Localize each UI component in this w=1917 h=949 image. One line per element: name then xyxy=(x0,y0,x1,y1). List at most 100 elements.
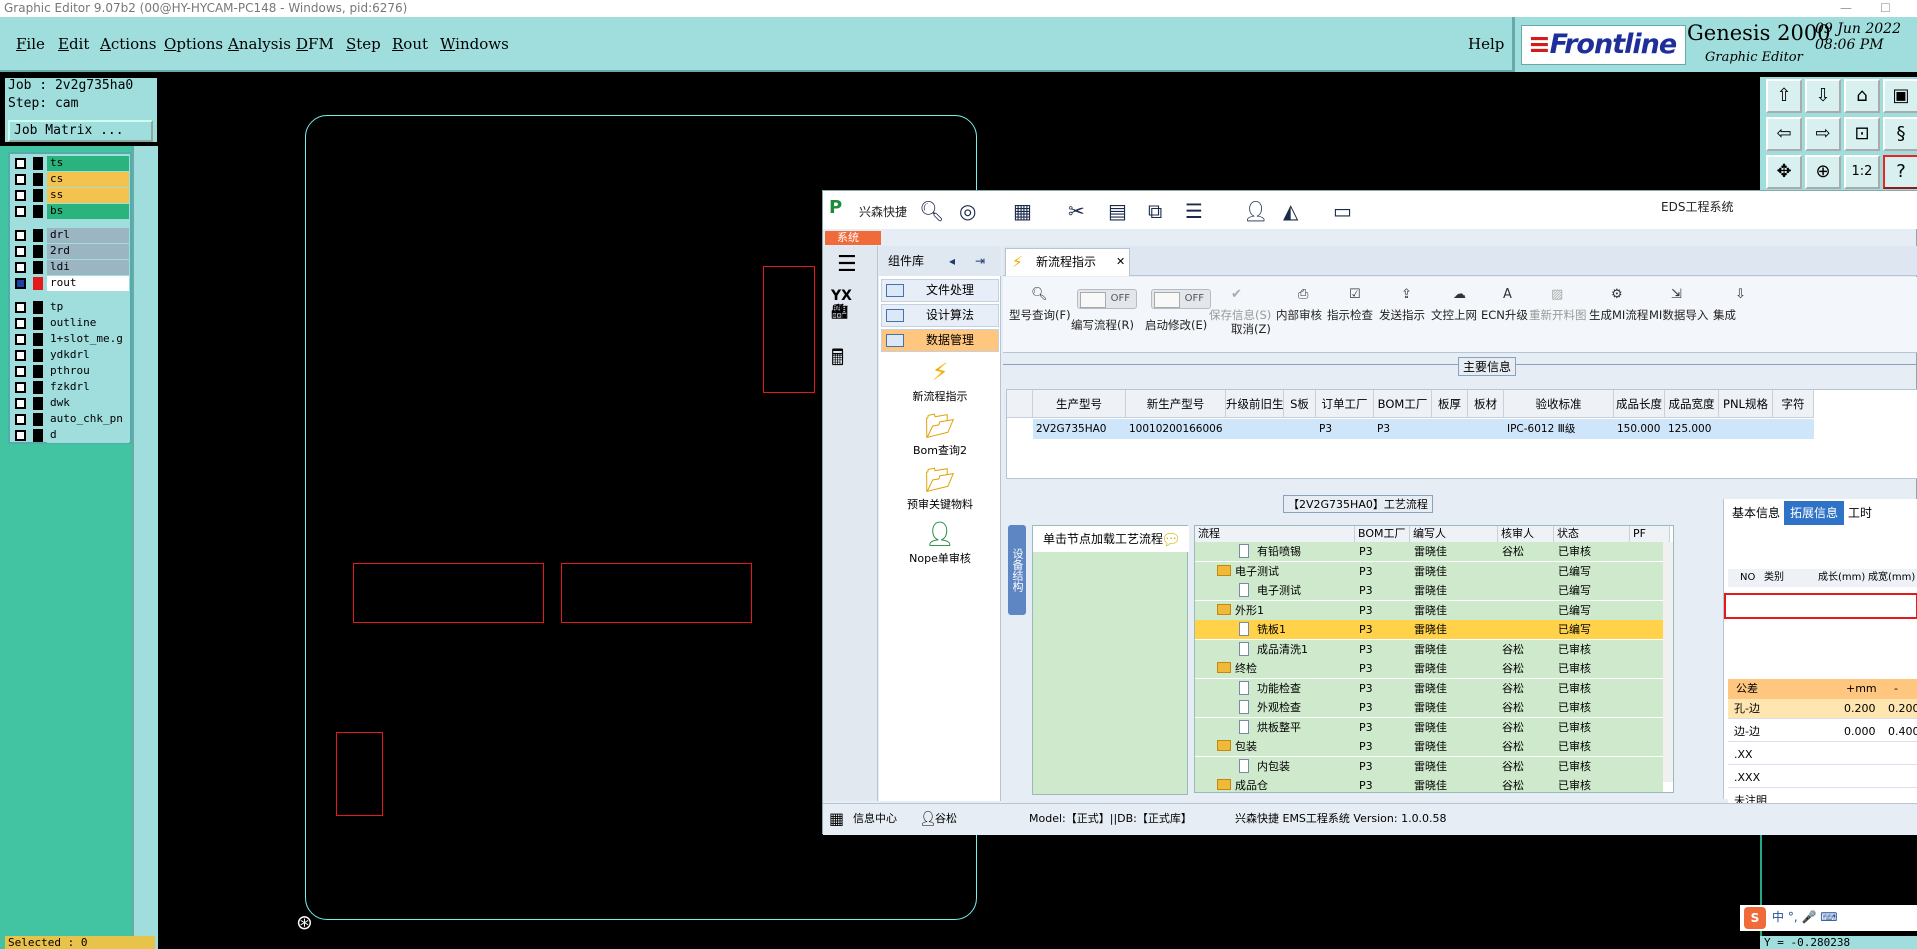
ribbon-button[interactable]: 指示检查 xyxy=(1327,307,1373,323)
layer-checkbox[interactable] xyxy=(15,206,26,217)
layer-checkbox[interactable] xyxy=(15,350,26,361)
grid-cell[interactable] xyxy=(1719,419,1773,439)
view-bottom-icon[interactable]: ⇩ xyxy=(1805,79,1841,113)
tolerance-row[interactable]: 孔-边 0.200 0.200 xyxy=(1728,699,1917,719)
layer-row[interactable]: ldi xyxy=(13,260,129,275)
grid-cell[interactable] xyxy=(1226,419,1284,439)
column-header[interactable]: PNL规格 xyxy=(1719,390,1773,418)
detail-tab[interactable]: 工时 xyxy=(1842,501,1878,525)
layer-row[interactable]: 1+slot_me.g xyxy=(13,332,129,347)
layer-row[interactable]: auto_chk_pn xyxy=(13,412,129,427)
ribbon-button[interactable]: 型号查询(F) xyxy=(1009,307,1071,323)
copy-icon[interactable]: ⧉ xyxy=(1148,199,1162,223)
flow-row[interactable]: 烘板整平 P3 雷晓佳 谷松 已审核 xyxy=(1195,717,1663,737)
ribbon-button[interactable]: 重新开料图 xyxy=(1529,307,1587,323)
menu-7[interactable]: Rout xyxy=(392,35,428,53)
layer-row[interactable]: d xyxy=(13,428,129,443)
search-icon[interactable]: 🔍︎ xyxy=(919,199,944,223)
grid-cell[interactable] xyxy=(1432,419,1468,439)
menu-8[interactable]: Windows xyxy=(440,35,509,53)
grid-cell[interactable]: P3 xyxy=(1374,419,1432,439)
column-header[interactable]: BOM工厂 xyxy=(1374,390,1432,418)
layer-row[interactable]: dwk xyxy=(13,396,129,411)
layer-checkbox[interactable] xyxy=(15,246,26,257)
layer-checkbox[interactable] xyxy=(15,318,26,329)
ribbon-button[interactable]: MI数据导入 xyxy=(1649,307,1708,323)
tolerance-row[interactable]: .XXX xyxy=(1728,768,1917,788)
grid-cell[interactable]: 150.000 xyxy=(1614,419,1665,439)
layer-checkbox[interactable] xyxy=(15,158,26,169)
layer-checkbox[interactable] xyxy=(15,430,26,441)
column-header[interactable]: 验收标准 xyxy=(1504,390,1614,418)
flow-column-header[interactable]: PF xyxy=(1630,526,1670,542)
column-header[interactable]: 成品宽度 xyxy=(1665,390,1719,418)
layer-row[interactable]: outline xyxy=(13,316,129,331)
list-icon[interactable]: ☰ xyxy=(1185,199,1203,223)
layer-checkbox[interactable] xyxy=(15,398,26,409)
layer-row[interactable]: bs xyxy=(13,204,129,219)
flow-row[interactable]: 电子测试 P3 雷晓佳 已编写 xyxy=(1195,581,1663,600)
ratio-icon[interactable]: 1:2 xyxy=(1844,155,1880,189)
layer-row[interactable]: fzkdrl xyxy=(13,380,129,395)
grid-cell[interactable] xyxy=(1773,419,1814,439)
ribbon-button[interactable]: 发送指示 xyxy=(1379,307,1425,323)
layer-checkbox[interactable] xyxy=(15,174,26,185)
tolerance-row[interactable]: .XX xyxy=(1728,745,1917,765)
one-to-one-icon[interactable]: ⊡ xyxy=(1844,117,1880,151)
detail-column-header[interactable]: 成宽(mm) xyxy=(1868,569,1915,587)
layer-checkbox[interactable] xyxy=(15,414,26,425)
menu-6[interactable]: Step xyxy=(346,35,381,53)
layer-checkbox[interactable] xyxy=(15,230,26,241)
menu-4[interactable]: Analysis xyxy=(228,35,291,53)
flow-column-header[interactable]: 编写人 xyxy=(1410,526,1498,542)
help-ring-icon[interactable]: ◎ xyxy=(959,199,976,223)
flow-column-header[interactable]: 状态 xyxy=(1554,526,1630,542)
layer-row[interactable]: ts xyxy=(13,156,129,171)
column-header[interactable]: 字符 xyxy=(1773,390,1814,418)
arrow-left-icon[interactable]: ◂ xyxy=(949,246,955,276)
layer-row[interactable]: 2rd xyxy=(13,244,129,259)
flow-row[interactable]: 铣板1 P3 雷晓佳 已编写 xyxy=(1195,620,1663,639)
layer-checkbox[interactable] xyxy=(15,302,26,313)
flow-column-header[interactable]: 流程 xyxy=(1195,526,1355,542)
ribbon-button[interactable]: 编写流程(R) xyxy=(1071,317,1134,333)
system-tab[interactable]: 系统 xyxy=(825,231,881,245)
menu-icon[interactable]: ☰ xyxy=(837,252,857,277)
layer-row[interactable]: tp xyxy=(13,300,129,315)
ribbon-button[interactable]: ECN升级 xyxy=(1481,307,1528,323)
sogou-icon[interactable]: S xyxy=(1744,907,1766,929)
flow-column-header[interactable]: BOM工厂 xyxy=(1355,526,1410,542)
column-header[interactable]: S板 xyxy=(1284,390,1316,418)
ribbon-button[interactable]: 内部审核 xyxy=(1276,307,1322,323)
detail-tab[interactable]: 拓展信息 xyxy=(1784,501,1845,525)
ribbon-button[interactable]: 生成MI流程 xyxy=(1589,307,1648,323)
view-top-icon[interactable]: ⇧ xyxy=(1766,79,1802,113)
off-toggle[interactable]: OFF xyxy=(1077,289,1137,309)
tool-item[interactable]: ⚡ 新流程指示 xyxy=(879,358,1001,404)
flow-row[interactable]: 成品清洗1 P3 雷晓佳 谷松 已审核 xyxy=(1195,639,1663,659)
flow-column-header[interactable]: 核审人 xyxy=(1498,526,1554,542)
minimize-icon[interactable]: — xyxy=(1840,0,1852,16)
flow-row[interactable]: 终检 P3 雷晓佳 谷松 已审核 xyxy=(1195,659,1663,678)
window-icon[interactable]: ▣ xyxy=(1883,79,1917,113)
grid-cell[interactable] xyxy=(1468,419,1504,439)
monitor-icon[interactable]: ▭ xyxy=(1333,199,1352,223)
info-center[interactable]: 信息中心 xyxy=(853,804,897,834)
menu-help[interactable]: Help xyxy=(1468,35,1504,53)
layer-row[interactable]: rout xyxy=(13,276,129,291)
zoom-fit-icon[interactable]: ✥ xyxy=(1766,155,1802,189)
layer-checkbox[interactable] xyxy=(15,334,26,345)
component-item[interactable]: 设计算法 xyxy=(881,304,999,327)
ribbon-button[interactable]: 保存信息(S) xyxy=(1209,307,1271,323)
column-header[interactable]: 新生产型号 xyxy=(1126,390,1226,418)
pin-icon[interactable]: ⇥ xyxy=(975,246,985,276)
ribbon-button[interactable]: 集成 xyxy=(1713,307,1736,323)
chart-icon[interactable]: ◭ xyxy=(1283,199,1298,223)
tool-item[interactable]: 📂︎ 预审关键物料 xyxy=(879,466,1001,512)
flow-row[interactable]: 成品仓 P3 雷晓佳 谷松 已审核 xyxy=(1195,776,1663,792)
menu-3[interactable]: Options xyxy=(164,35,223,53)
off-toggle[interactable]: OFF xyxy=(1151,289,1211,309)
grid-icon[interactable]: ▦ xyxy=(829,804,844,834)
column-header[interactable]: 升级前旧生产型号 xyxy=(1226,390,1284,418)
grid-cell[interactable]: 2V2G735HA0 xyxy=(1033,419,1126,439)
